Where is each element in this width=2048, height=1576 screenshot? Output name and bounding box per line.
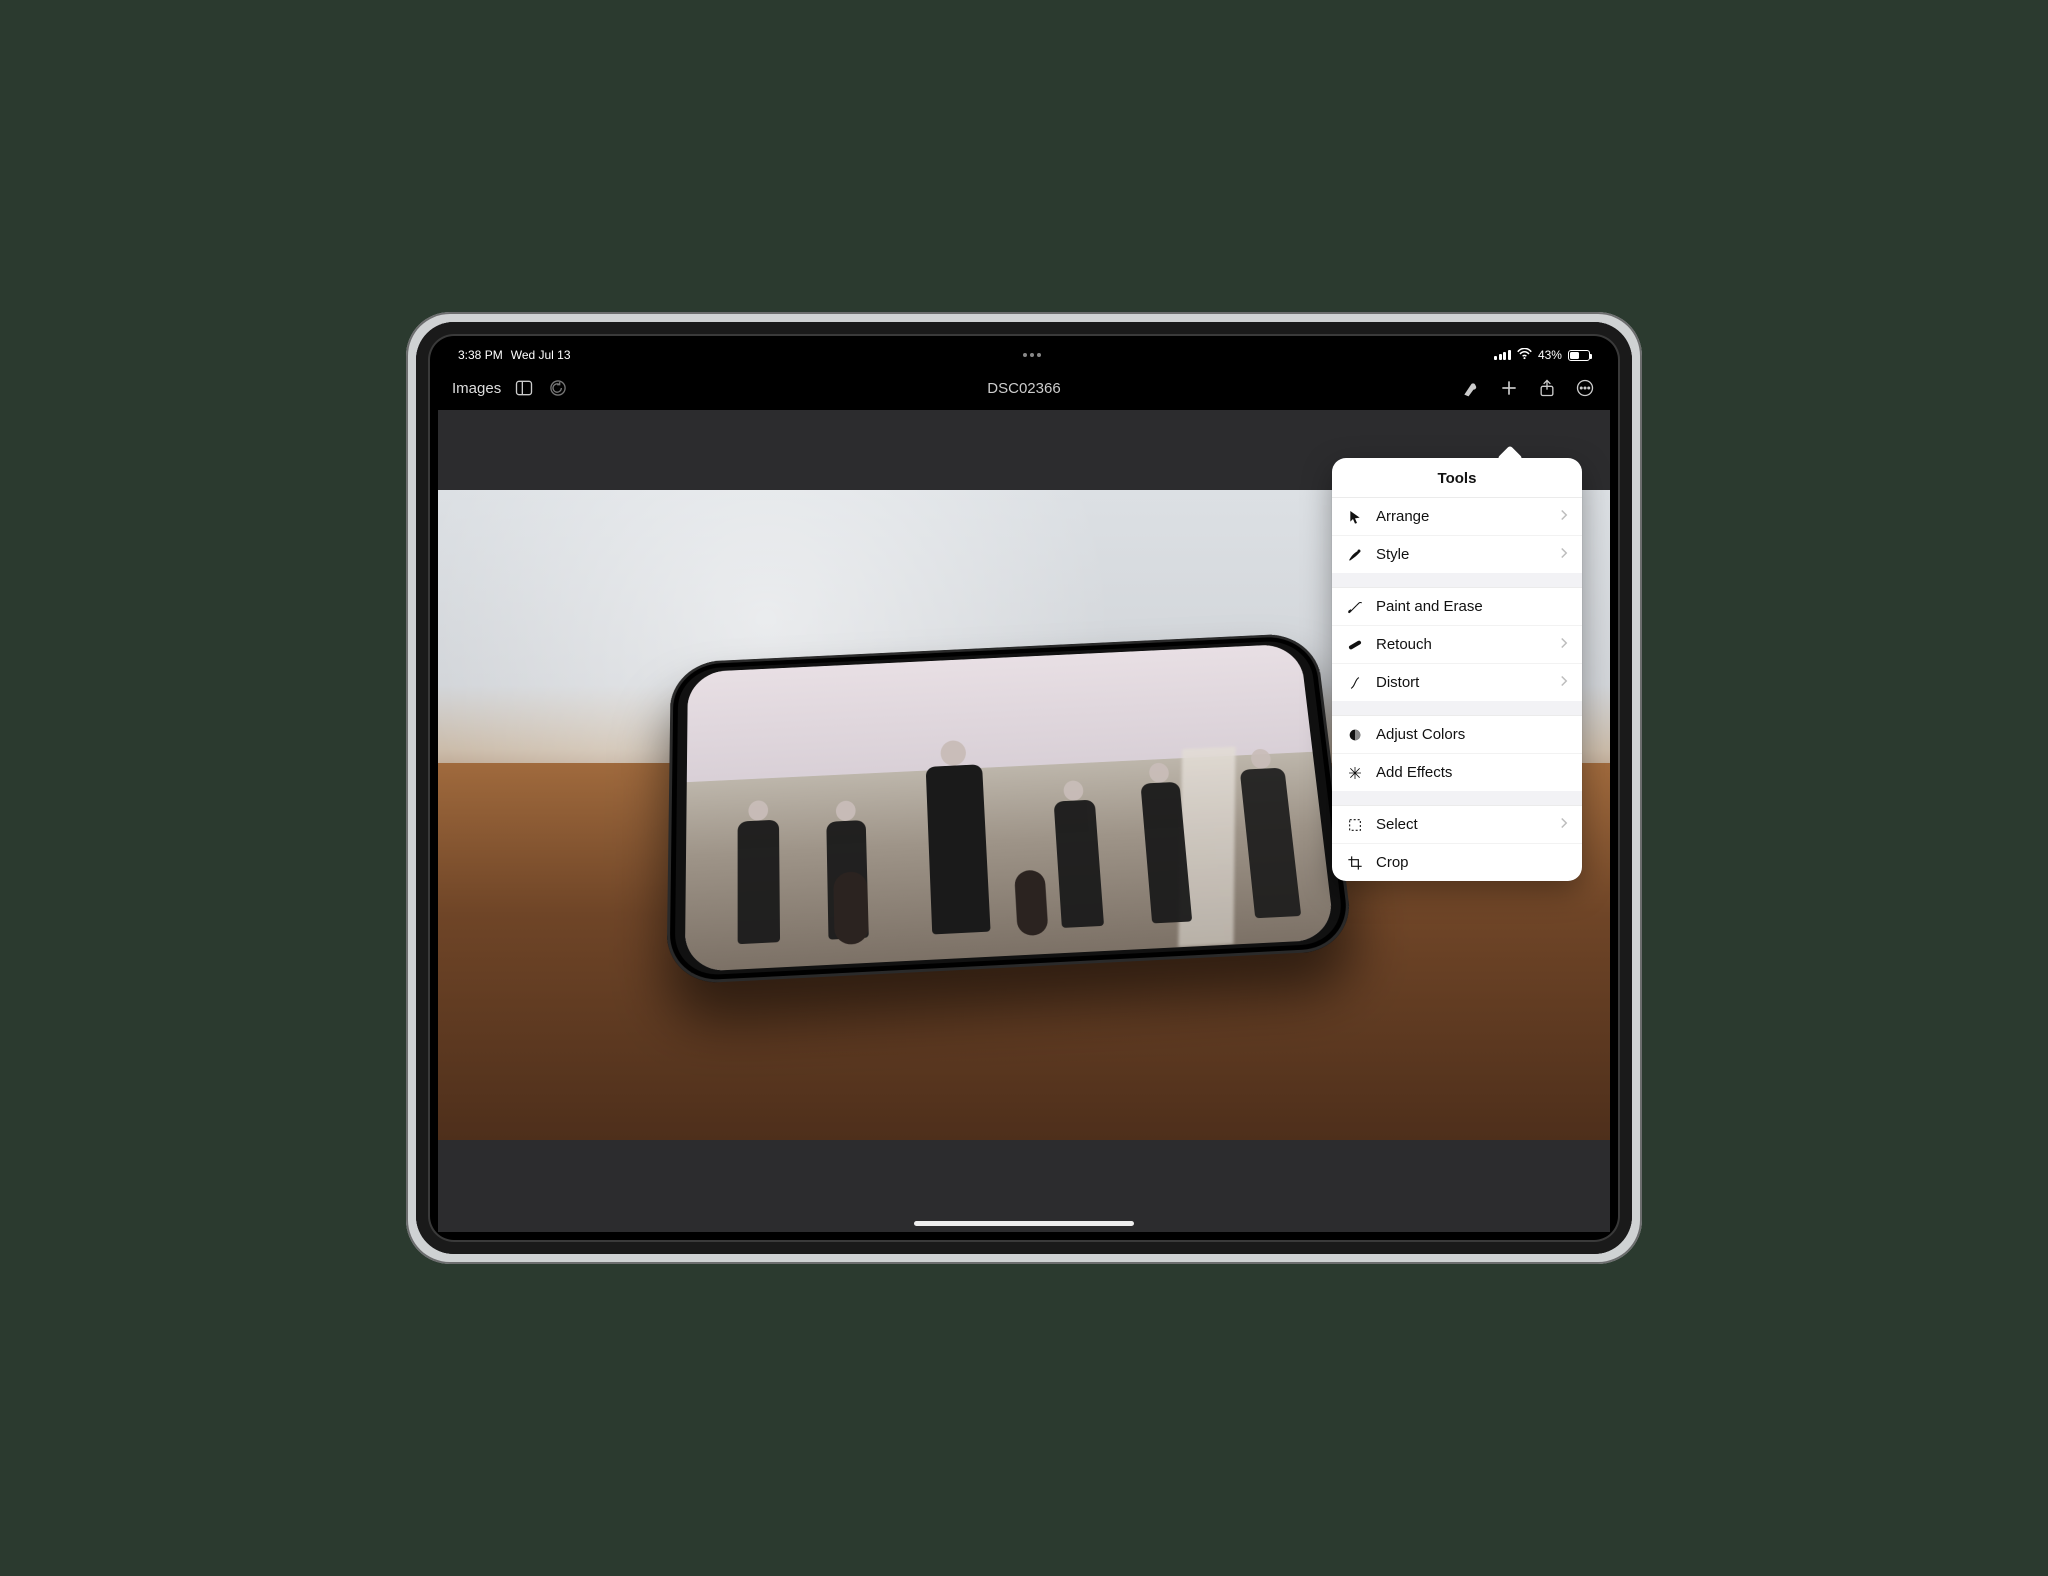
tools-item-crop[interactable]: Crop: [1332, 843, 1582, 881]
tools-item-label: Style: [1376, 546, 1548, 563]
editor-canvas[interactable]: Tools Arrange Style Paint and Erase Retouch…: [438, 410, 1610, 1232]
tools-item-label: Distort: [1376, 674, 1548, 691]
cellular-icon: [1494, 350, 1511, 360]
tools-item-label: Select: [1376, 816, 1548, 833]
home-indicator[interactable]: [914, 1221, 1134, 1226]
chevron-right-icon: [1560, 546, 1568, 563]
share-icon[interactable]: [1536, 377, 1558, 399]
back-button[interactable]: Images: [452, 380, 501, 397]
sidebar-toggle-icon[interactable]: [513, 377, 535, 399]
style-icon: [1346, 547, 1364, 563]
battery-percent: 43%: [1538, 348, 1562, 362]
app-toolbar: Images DSC02366: [438, 366, 1610, 410]
undo-icon[interactable]: [547, 377, 569, 399]
tools-item-label: Adjust Colors: [1376, 726, 1568, 743]
chevron-right-icon: [1560, 816, 1568, 833]
tools-item-retouch[interactable]: Retouch: [1332, 625, 1582, 663]
status-time: 3:38 PM: [458, 348, 503, 362]
bandage-icon: [1346, 637, 1364, 653]
status-date: Wed Jul 13: [511, 348, 571, 362]
tools-item-label: Retouch: [1376, 636, 1548, 653]
multitask-dots[interactable]: [1023, 353, 1041, 357]
effects-icon: [1346, 765, 1364, 781]
tools-icon[interactable]: [1460, 377, 1482, 399]
brush-icon: [1346, 599, 1364, 615]
tools-item-adjust-colors[interactable]: Adjust Colors: [1332, 716, 1582, 753]
tools-item-label: Crop: [1376, 854, 1568, 871]
ipad-device-frame: 3:38 PM Wed Jul 13 4: [406, 312, 1642, 1264]
tools-item-label: Paint and Erase: [1376, 598, 1568, 615]
crop-icon: [1346, 855, 1364, 871]
add-icon[interactable]: [1498, 377, 1520, 399]
tools-item-distort[interactable]: Distort: [1332, 663, 1582, 701]
tools-item-label: Arrange: [1376, 508, 1548, 525]
chevron-right-icon: [1560, 636, 1568, 653]
tools-item-label: Add Effects: [1376, 764, 1568, 781]
chevron-right-icon: [1560, 674, 1568, 691]
popover-title: Tools: [1332, 458, 1582, 497]
tools-popover: Tools Arrange Style Paint and Erase Retouch…: [1332, 458, 1582, 881]
tools-item-select[interactable]: Select: [1332, 806, 1582, 843]
ipad-bezel: 3:38 PM Wed Jul 13 4: [416, 322, 1632, 1254]
tools-item-arrange[interactable]: Arrange: [1332, 498, 1582, 535]
wifi-icon: [1517, 348, 1532, 363]
adjust-icon: [1346, 727, 1364, 743]
chevron-right-icon: [1560, 508, 1568, 525]
select-icon: [1346, 817, 1364, 833]
photo-phone-subject: [666, 633, 1354, 985]
status-bar: 3:38 PM Wed Jul 13 4: [438, 344, 1610, 366]
cursor-icon: [1346, 509, 1364, 525]
battery-icon: [1568, 350, 1590, 361]
tools-item-paint-and-erase[interactable]: Paint and Erase: [1332, 588, 1582, 625]
distort-icon: [1346, 675, 1364, 691]
tools-item-style[interactable]: Style: [1332, 535, 1582, 573]
more-icon[interactable]: [1574, 377, 1596, 399]
screen: 3:38 PM Wed Jul 13 4: [438, 344, 1610, 1232]
tools-item-add-effects[interactable]: Add Effects: [1332, 753, 1582, 791]
